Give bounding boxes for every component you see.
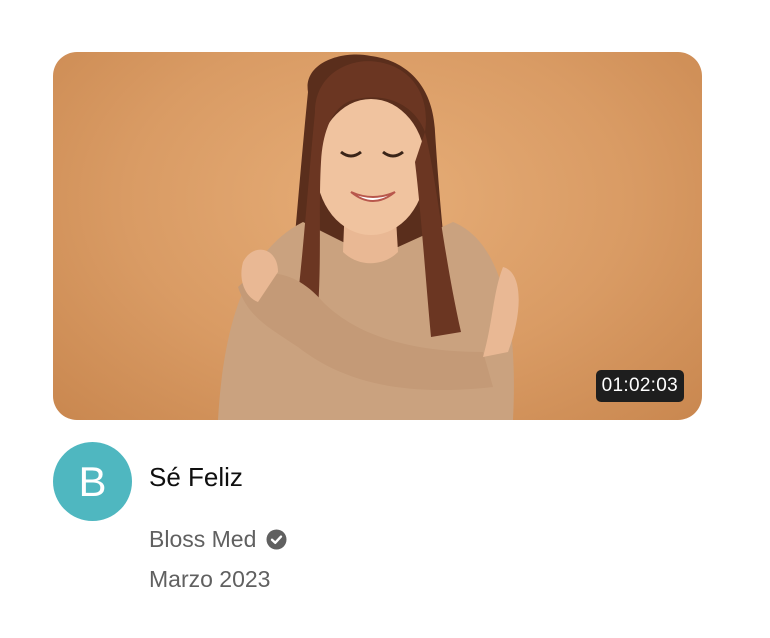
duration-badge: 01:02:03 xyxy=(595,370,684,402)
channel-link[interactable]: Bloss Med xyxy=(149,526,287,553)
publish-date: Marzo 2023 xyxy=(149,566,271,592)
video-title[interactable]: Sé Feliz xyxy=(149,462,243,493)
thumbnail-illustration xyxy=(218,54,519,420)
channel-name: Bloss Med xyxy=(149,526,257,552)
avatar-letter: B xyxy=(78,457,107,505)
channel-avatar[interactable]: B xyxy=(53,442,132,521)
verified-check-icon xyxy=(266,529,287,550)
video-thumbnail[interactable]: 01:02:03 xyxy=(53,52,702,420)
video-card: 01:02:03 B Sé Feliz Bloss Med Marzo 2023 xyxy=(0,0,770,638)
